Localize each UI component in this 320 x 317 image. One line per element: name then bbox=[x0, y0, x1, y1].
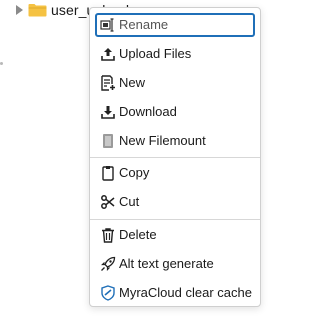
menu-divider bbox=[90, 157, 260, 158]
expand-caret-icon[interactable] bbox=[16, 5, 23, 15]
menu-divider bbox=[90, 219, 260, 220]
menu-item-label: New bbox=[119, 75, 146, 90]
menu-item-label: Delete bbox=[119, 227, 157, 242]
folder-icon bbox=[28, 4, 47, 17]
menu-item-upload-files[interactable]: Upload Files bbox=[95, 42, 255, 66]
new-file-icon bbox=[101, 75, 115, 91]
menu-item-label: Download bbox=[119, 104, 177, 119]
download-icon bbox=[101, 106, 115, 119]
copy-icon bbox=[102, 166, 114, 181]
menu-item-label: New Filemount bbox=[119, 133, 206, 148]
menu-item-label: MyraCloud clear cache bbox=[119, 285, 252, 300]
filemount-icon bbox=[103, 134, 113, 148]
menu-item-label: Rename bbox=[119, 17, 169, 32]
menu-item-label: Cut bbox=[119, 194, 140, 209]
tree-dot-marker bbox=[0, 62, 3, 65]
menu-item-new-filemount[interactable]: New Filemount bbox=[95, 129, 255, 153]
menu-item-copy[interactable]: Copy bbox=[95, 161, 255, 185]
menu-item-download[interactable]: Download bbox=[95, 100, 255, 124]
trash-icon bbox=[102, 228, 114, 243]
menu-item-rename[interactable]: Rename bbox=[95, 13, 255, 37]
scissors-icon bbox=[101, 195, 115, 209]
menu-item-myracloud-clear-cache[interactable]: MyraCloud clear cache bbox=[95, 281, 255, 305]
menu-item-label: Copy bbox=[119, 165, 150, 180]
menu-item-label: Alt text generate bbox=[119, 256, 214, 271]
rocket-icon bbox=[101, 256, 116, 271]
shield-icon bbox=[101, 285, 115, 301]
upload-icon bbox=[101, 48, 115, 61]
rename-icon bbox=[100, 18, 114, 32]
menu-item-label: Upload Files bbox=[119, 46, 192, 61]
menu-item-delete[interactable]: Delete bbox=[95, 223, 255, 247]
context-menu: Rename Upload Files New Download New Fil… bbox=[89, 7, 261, 307]
menu-item-alt-text-generate[interactable]: Alt text generate bbox=[95, 252, 255, 276]
menu-item-new[interactable]: New bbox=[95, 71, 255, 95]
menu-item-cut[interactable]: Cut bbox=[95, 190, 255, 214]
